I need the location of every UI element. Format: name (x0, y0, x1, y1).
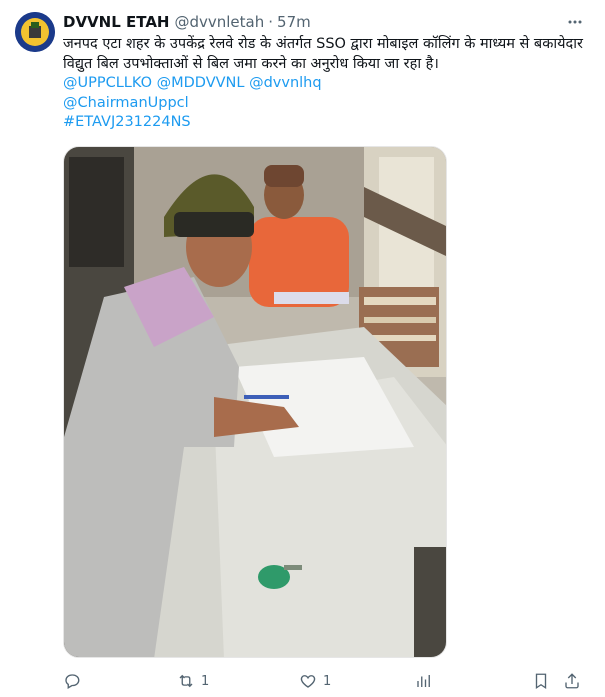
bookmark-button[interactable] (532, 670, 550, 692)
separator-dot: · (268, 13, 274, 31)
like-icon (300, 675, 316, 688)
mention-chairman[interactable]: @ChairmanUppcl (63, 94, 588, 114)
like-count: 1 (323, 673, 332, 689)
tweet-text: जनपद एटा शहर के उपकेंद्र रेलवे रोड के अं… (63, 36, 583, 72)
hashtag-link[interactable]: #ETAVJ231224NS (63, 113, 588, 133)
tweet-photo[interactable] (63, 146, 447, 658)
reply-icon (65, 674, 80, 689)
reply-button[interactable] (63, 670, 81, 692)
like-button[interactable]: 1 (299, 670, 331, 692)
share-icon (565, 673, 579, 689)
repost-icon (179, 674, 193, 688)
views-icon (417, 675, 430, 687)
tweet-body: जनपद एटा शहर के उपकेंद्र रेलवे रोड के अं… (63, 34, 588, 133)
tweet-card[interactable]: DVVNL ETAH @dvvnletah · 57m जनपद एटा शहर… (0, 0, 605, 697)
avatar[interactable] (15, 12, 55, 52)
tweet-header: DVVNL ETAH @dvvnletah · 57m (63, 12, 585, 32)
mentions-line[interactable]: @UPPCLLKO @MDDVVNL @dvvnlhq (63, 74, 588, 94)
tweet-actions: 1 1 (63, 670, 583, 692)
timestamp[interactable]: 57m (277, 13, 311, 31)
logo-icon (15, 12, 55, 52)
more-options-icon[interactable] (567, 14, 583, 30)
repost-count: 1 (201, 673, 210, 689)
author-handle[interactable]: @dvvnletah (174, 13, 264, 31)
bookmark-icon (535, 673, 547, 690)
share-button[interactable] (563, 670, 581, 692)
repost-button[interactable]: 1 (177, 670, 209, 692)
photo-image (64, 147, 446, 657)
views-button[interactable] (415, 670, 433, 692)
author-name[interactable]: DVVNL ETAH (63, 13, 169, 31)
